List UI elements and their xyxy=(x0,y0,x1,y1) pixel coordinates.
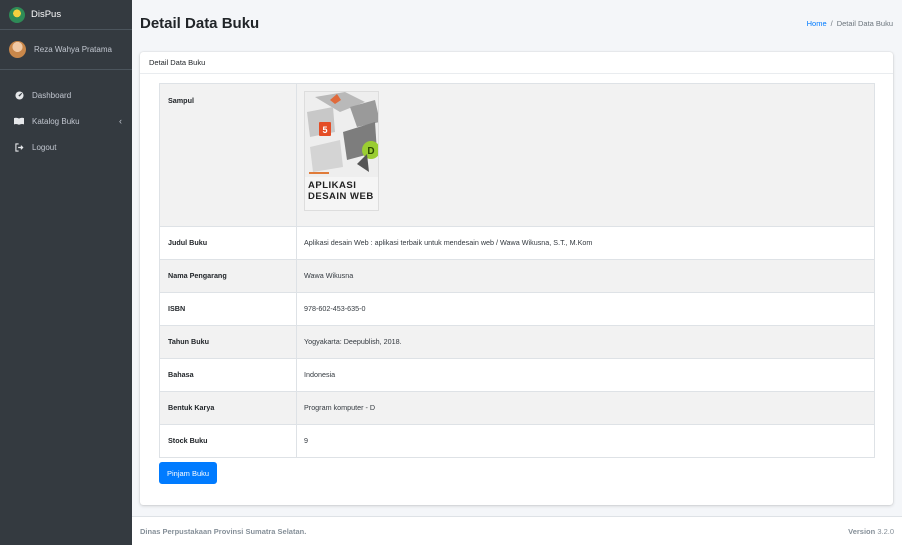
footer-version: Version 3.2.0 xyxy=(848,527,894,536)
svg-text:5: 5 xyxy=(322,125,327,135)
sidebar-item-logout[interactable]: Logout xyxy=(0,134,132,160)
row-label: ISBN xyxy=(159,292,297,326)
sidebar: DisPus Reza Wahya Pratama Dashboard Kata… xyxy=(0,0,132,545)
user-panel[interactable]: Reza Wahya Pratama xyxy=(0,30,132,70)
book-cover-image: 5 D APLIKASI DESAIN WEB xyxy=(304,91,379,211)
table-row: ISBN 978-602-453-635-0 xyxy=(159,292,875,326)
table-row: Bentuk Karya Program komputer - D xyxy=(159,391,875,425)
breadcrumb: Home / Detail Data Buku xyxy=(807,19,893,28)
table-row: Nama Pengarang Wawa Wikusna xyxy=(159,259,875,293)
brand-link[interactable]: DisPus xyxy=(0,0,132,30)
chevron-left-icon: ‹ xyxy=(119,116,122,126)
dashboard-icon xyxy=(12,90,26,100)
sidebar-item-dashboard[interactable]: Dashboard xyxy=(0,82,132,108)
content-header: Detail Data Buku Home / Detail Data Buku xyxy=(132,0,902,40)
sidebar-item-label: Dashboard xyxy=(32,90,72,100)
table-row: Sampul 5 D APLIKASI DESAIN WEB xyxy=(159,83,875,227)
row-value: Indonesia xyxy=(296,358,875,392)
row-label: Nama Pengarang xyxy=(159,259,297,293)
svg-text:D: D xyxy=(367,146,374,157)
row-value: 978-602-453-635-0 xyxy=(296,292,875,326)
row-value: Program komputer - D xyxy=(296,391,875,425)
row-value: Yogyakarta: Deepublish, 2018. xyxy=(296,325,875,359)
table-row: Judul Buku Aplikasi desain Web : aplikas… xyxy=(159,226,875,260)
footer: Dinas Perpustakaan Provinsi Sumatra Sela… xyxy=(132,516,902,545)
footer-version-number: 3.2.0 xyxy=(877,526,894,536)
row-value: 9 xyxy=(296,424,875,458)
user-name: Reza Wahya Pratama xyxy=(34,45,112,54)
breadcrumb-home-link[interactable]: Home xyxy=(807,19,827,28)
footer-version-label: Version xyxy=(848,526,876,536)
row-label: Tahun Buku xyxy=(159,325,297,359)
row-label: Stock Buku xyxy=(159,424,297,458)
book-icon xyxy=(12,117,26,125)
pinjam-buku-button[interactable]: Pinjam Buku xyxy=(159,462,218,484)
detail-table: Sampul 5 D APLIKASI DESAIN WEB Judul Buk… xyxy=(159,83,875,458)
table-row: Bahasa Indonesia xyxy=(159,358,875,392)
table-row: Tahun Buku Yogyakarta: Deepublish, 2018. xyxy=(159,325,875,359)
detail-card: Detail Data Buku Sampul 5 D APLIKASI DES… xyxy=(140,52,893,505)
row-value: Wawa Wikusna xyxy=(296,259,875,293)
row-label: Sampul xyxy=(159,83,297,227)
avatar xyxy=(9,41,26,58)
sidebar-item-katalog-buku[interactable]: Katalog Buku ‹ xyxy=(0,108,132,134)
brand-logo-icon xyxy=(9,6,25,23)
cover-cell: 5 D APLIKASI DESAIN WEB xyxy=(296,83,875,227)
row-label: Judul Buku xyxy=(159,226,297,260)
table-row: Stock Buku 9 xyxy=(159,424,875,458)
page-title: Detail Data Buku xyxy=(140,15,260,32)
sidebar-item-label: Logout xyxy=(32,142,57,152)
row-label: Bentuk Karya xyxy=(159,391,297,425)
cover-title-line2: DESAIN WEB xyxy=(308,191,374,202)
logout-icon xyxy=(12,142,26,152)
breadcrumb-separator: / xyxy=(830,19,833,28)
brand-name: DisPus xyxy=(31,9,62,20)
row-value: Aplikasi desain Web : aplikasi terbaik u… xyxy=(296,226,875,260)
footer-copyright: Dinas Perpustakaan Provinsi Sumatra Sela… xyxy=(140,526,307,536)
row-label: Bahasa xyxy=(159,358,297,392)
breadcrumb-current: Detail Data Buku xyxy=(836,19,893,28)
sidebar-item-label: Katalog Buku xyxy=(32,116,80,126)
cover-title-line1: APLIKASI xyxy=(308,180,357,191)
card-title: Detail Data Buku xyxy=(140,52,893,74)
detail-table-wrap: Sampul 5 D APLIKASI DESAIN WEB Judul Buk… xyxy=(159,83,875,458)
sidebar-nav: Dashboard Katalog Buku ‹ Logout xyxy=(0,70,132,160)
